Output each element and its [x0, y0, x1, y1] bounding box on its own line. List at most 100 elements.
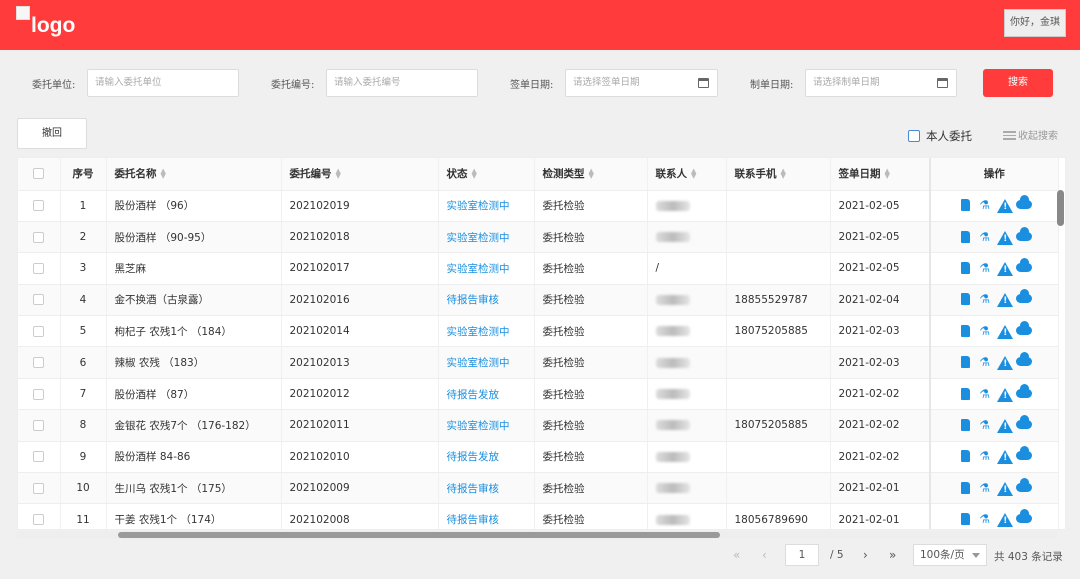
cloud-icon[interactable]: [1016, 383, 1033, 401]
row-checkbox[interactable]: [33, 514, 45, 526]
status-cell[interactable]: 实验室检测中: [438, 221, 535, 254]
status-cell[interactable]: 待报告审核: [438, 472, 535, 505]
flask-icon[interactable]: ⚗: [978, 387, 991, 401]
document-icon[interactable]: [959, 387, 972, 401]
table-row[interactable]: 1 股份酒样 （96） 202102019 实验室检测中 委托检验 2021-02-05 ⚗: [18, 190, 1059, 222]
sort-icon[interactable]: ▲ ▼: [161, 168, 166, 180]
table-row[interactable]: 9 股份酒样 84-86 202102010 待报告发放 委托检验 2021-02-02 ⚗: [18, 441, 1059, 474]
status-cell[interactable]: 待报告审核: [438, 284, 535, 317]
make-date-input[interactable]: 请选择制单日期: [805, 69, 957, 97]
document-icon[interactable]: [959, 481, 972, 495]
search-button[interactable]: 搜索: [983, 69, 1053, 97]
status-cell[interactable]: 实验室检测中: [438, 409, 535, 442]
document-icon[interactable]: [959, 293, 972, 306]
warning-icon[interactable]: [997, 513, 1014, 528]
table-row[interactable]: 11 干姜 农残1个 （174） 202102008 待报告审核 委托检验 1805678…: [18, 503, 1059, 529]
row-checkbox[interactable]: [33, 200, 45, 212]
cloud-icon[interactable]: [1016, 257, 1033, 275]
sort-icon[interactable]: ▲ ▼: [589, 168, 594, 180]
cloud-icon[interactable]: [1016, 414, 1033, 432]
order-no-input[interactable]: 请输入委托编号: [326, 69, 478, 97]
flask-icon[interactable]: ⚗: [978, 450, 991, 463]
table-row[interactable]: 2 股份酒样 （90-95） 202102018 实验室检测中 委托检验 2021-02-…: [18, 221, 1059, 254]
revoke-button[interactable]: 撤回: [17, 118, 87, 149]
flask-icon[interactable]: ⚗: [978, 230, 991, 244]
warning-icon[interactable]: [997, 199, 1014, 214]
row-checkbox[interactable]: [33, 294, 45, 306]
table-row[interactable]: 8 金银花 农残7个 （176-182） 202102011 实验室检测中 委托检验 18…: [18, 409, 1059, 442]
col-phone[interactable]: 联系手机 ▲ ▼: [726, 158, 831, 191]
warning-icon[interactable]: [997, 481, 1014, 497]
row-select-cell[interactable]: [18, 221, 61, 254]
table-row[interactable]: 10 生川乌 农残1个 （175） 202102009 待报告审核 委托检验 2021-0…: [18, 472, 1059, 505]
document-icon[interactable]: [959, 324, 972, 338]
status-cell[interactable]: 待报告发放: [438, 378, 535, 411]
flask-icon[interactable]: ⚗: [978, 324, 991, 338]
warning-icon[interactable]: [997, 261, 1014, 277]
sort-icon[interactable]: ▲ ▼: [336, 168, 341, 180]
row-select-cell[interactable]: [18, 315, 61, 348]
first-page-icon[interactable]: «: [733, 548, 740, 562]
calendar-icon[interactable]: [937, 78, 948, 88]
checkbox-icon[interactable]: [908, 130, 920, 142]
warning-icon[interactable]: [997, 418, 1014, 434]
row-checkbox[interactable]: [33, 357, 45, 369]
document-icon[interactable]: [959, 261, 972, 275]
page-size-select[interactable]: 100条/页: [913, 544, 987, 566]
document-icon[interactable]: [959, 513, 972, 526]
cloud-icon[interactable]: [1016, 509, 1033, 526]
document-icon[interactable]: [959, 450, 972, 463]
vertical-scrollbar[interactable]: [1057, 190, 1064, 226]
table-row[interactable]: 3 黑芝麻 202102017 实验室检测中 委托检验/ 2021-02-05 ⚗: [18, 252, 1059, 285]
warning-icon[interactable]: [997, 387, 1014, 403]
col-name[interactable]: 委托名称 ▲ ▼: [106, 158, 282, 191]
next-page-icon[interactable]: ›: [863, 548, 868, 562]
flask-icon[interactable]: ⚗: [978, 513, 991, 526]
page-input[interactable]: 1: [785, 544, 819, 566]
document-icon[interactable]: [959, 230, 972, 244]
table-row[interactable]: 4 金不换酒（古泉露） 202102016 待报告审核 委托检验 18855529787 2…: [18, 284, 1059, 317]
cloud-icon[interactable]: [1016, 320, 1033, 338]
table-row[interactable]: 5 枸杞子 农残1个 （184） 202102014 实验室检测中 委托检验 180752…: [18, 315, 1059, 348]
flask-icon[interactable]: ⚗: [978, 293, 991, 306]
prev-page-icon[interactable]: ‹: [762, 548, 767, 562]
calendar-icon[interactable]: [698, 78, 709, 88]
select-all-checkbox[interactable]: [33, 168, 45, 180]
row-select-cell[interactable]: [18, 441, 61, 474]
warning-icon[interactable]: [997, 356, 1014, 371]
warning-icon[interactable]: [997, 324, 1014, 340]
cloud-icon[interactable]: [1016, 446, 1033, 463]
sort-icon[interactable]: ▲ ▼: [781, 168, 786, 180]
document-icon[interactable]: [959, 356, 972, 369]
row-checkbox[interactable]: [33, 388, 45, 400]
status-cell[interactable]: 实验室检测中: [438, 252, 535, 285]
document-icon[interactable]: [959, 418, 972, 432]
sort-icon[interactable]: ▲ ▼: [691, 168, 696, 180]
sort-icon[interactable]: ▲ ▼: [472, 168, 477, 180]
row-select-cell[interactable]: [18, 378, 61, 411]
table-row[interactable]: 6 辣椒 农残 （183） 202102013 实验室检测中 委托检验 2021-02-0…: [18, 346, 1059, 379]
document-icon[interactable]: [959, 199, 972, 212]
flask-icon[interactable]: ⚗: [978, 418, 991, 432]
status-cell[interactable]: 实验室检测中: [438, 315, 535, 348]
cloud-icon[interactable]: [1016, 352, 1033, 369]
col-contact[interactable]: 联系人 ▲ ▼: [647, 158, 727, 191]
row-checkbox[interactable]: [33, 451, 45, 463]
warning-icon[interactable]: [997, 450, 1014, 465]
sign-date-input[interactable]: 请选择签单日期: [565, 69, 718, 97]
row-select-cell[interactable]: [18, 284, 61, 317]
flask-icon[interactable]: ⚗: [978, 199, 991, 212]
cloud-icon[interactable]: [1016, 226, 1033, 244]
status-cell[interactable]: 实验室检测中: [438, 190, 535, 222]
col-order-no[interactable]: 委托编号 ▲ ▼: [281, 158, 439, 191]
col-type[interactable]: 检测类型 ▲ ▼: [534, 158, 648, 191]
my-orders-checkbox[interactable]: 本人委托: [908, 128, 972, 144]
user-menu-button[interactable]: 你好，金琪: [1004, 9, 1066, 37]
col-sign-date[interactable]: 签单日期 ▲ ▼: [830, 158, 931, 191]
flask-icon[interactable]: ⚗: [978, 481, 991, 495]
cloud-icon[interactable]: [1016, 195, 1033, 212]
row-checkbox[interactable]: [33, 482, 45, 494]
row-select-cell[interactable]: [18, 409, 61, 442]
flask-icon[interactable]: ⚗: [978, 356, 991, 369]
row-select-cell[interactable]: [18, 346, 61, 379]
